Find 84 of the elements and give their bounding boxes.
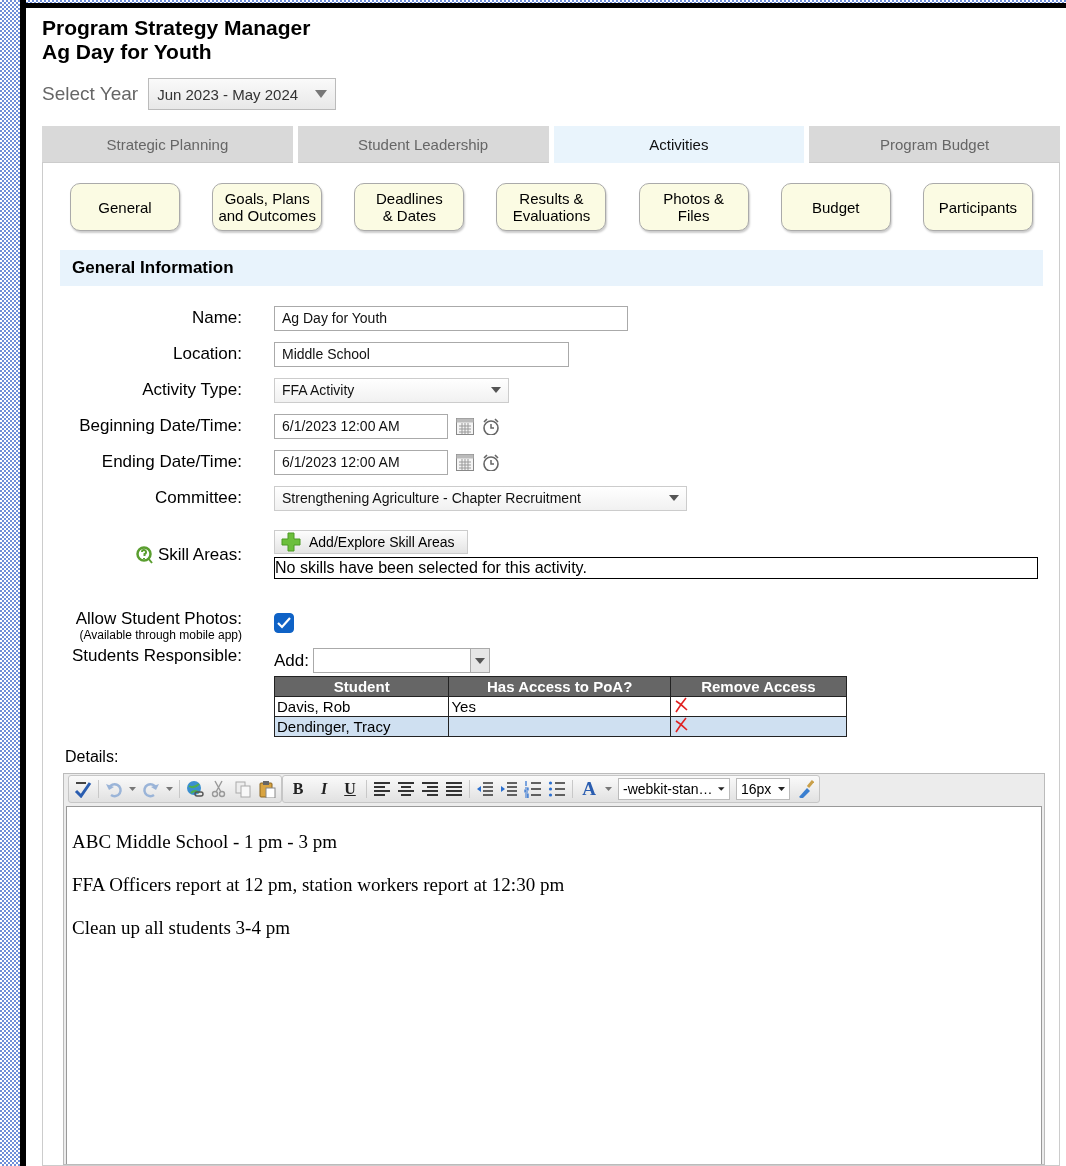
section-title: General Information: [72, 258, 234, 278]
font-dropdown[interactable]: -webkit-stan…: [618, 778, 730, 800]
spellcheck-icon[interactable]: [74, 780, 92, 798]
align-center-icon[interactable]: [397, 780, 415, 798]
tab[interactable]: Activities: [553, 126, 805, 163]
numbered-list-icon[interactable]: [524, 780, 542, 798]
remove-icon[interactable]: [672, 717, 689, 733]
dropdown[interactable]: FFA Activity: [274, 377, 509, 403]
field-label: Students Responsible:: [70, 646, 242, 666]
tab[interactable]: Strategic Planning: [42, 126, 293, 163]
tab[interactable]: Program Budget: [809, 126, 1060, 163]
caret-icon: [475, 657, 485, 664]
field-label: Skill Areas:: [157, 544, 242, 565]
align-right-icon[interactable]: [421, 780, 439, 798]
remove-icon[interactable]: [672, 697, 689, 713]
indent-icon[interactable]: [500, 780, 518, 798]
caret-icon: [491, 387, 501, 393]
caret-icon[interactable]: [605, 787, 612, 791]
section-button[interactable]: Results & Evaluations: [496, 183, 607, 231]
help-icon: [135, 545, 154, 564]
caret-icon[interactable]: [129, 787, 136, 791]
underline-button[interactable]: U: [340, 778, 360, 800]
calendar-icon[interactable]: [456, 453, 474, 471]
section-button[interactable]: Photos & Files: [638, 183, 749, 231]
section-button[interactable]: Goals, Plans and Outcomes: [212, 183, 323, 231]
field-note: (Available through mobile app): [78, 628, 242, 642]
field-label: Location:: [172, 343, 242, 365]
section-button[interactable]: General: [70, 183, 180, 231]
field-label: Name:: [190, 307, 242, 329]
paragraph: FFA Officers report at 12 pm, station workers report at 12:30 pm: [72, 874, 566, 896]
outdent-icon[interactable]: [476, 780, 494, 798]
caret-icon: [718, 787, 725, 791]
table-cell: Dendinger, Tracy: [274, 716, 449, 737]
dropdown[interactable]: Strengthening Agriculture - Chapter Recruitment: [274, 485, 687, 511]
page-subtitle: Ag Day for Youth: [42, 40, 213, 64]
caret-icon: [778, 787, 785, 791]
link-icon[interactable]: [186, 780, 204, 798]
text-field[interactable]: Middle School: [274, 341, 569, 367]
checkbox[interactable]: [274, 613, 294, 633]
caret-icon[interactable]: [166, 787, 173, 791]
table-cell: Davis, Rob: [274, 696, 449, 717]
caret-icon: [669, 495, 679, 501]
caret-icon: [315, 90, 328, 98]
justify-icon[interactable]: [445, 780, 463, 798]
add-skill-button[interactable]: Add/Explore Skill Areas: [274, 530, 468, 554]
section-button[interactable]: Budget: [780, 183, 891, 231]
field-label: Committee:: [154, 487, 242, 509]
date-field[interactable]: 6/1/2023 12:00 AM: [274, 449, 448, 475]
font-color-button[interactable]: A: [579, 778, 599, 800]
paste-icon[interactable]: [258, 780, 276, 798]
add-label: Add:: [274, 650, 309, 671]
cleanup-icon[interactable]: [796, 780, 814, 798]
section-button[interactable]: Participants: [922, 183, 1033, 231]
column-header: Has Access to PoA?: [448, 676, 671, 697]
page-title: Program Strategy Manager: [42, 16, 312, 40]
date-field[interactable]: 6/1/2023 12:00 AM: [274, 413, 448, 439]
size-dropdown[interactable]: 16px: [736, 778, 790, 800]
column-header: Remove Access: [670, 676, 847, 697]
paragraph: Clean up all students 3-4 pm: [72, 917, 291, 939]
skills-message: No skills have been selected for this activity.: [274, 557, 1038, 579]
text-field[interactable]: Ag Day for Youth: [274, 305, 628, 331]
table-cell: Yes: [448, 696, 671, 717]
field-label: Beginning Date/Time:: [78, 415, 242, 437]
section-button[interactable]: Deadlines & Dates: [354, 183, 465, 231]
bullet-list-icon[interactable]: [548, 780, 566, 798]
tab[interactable]: Student Leadership: [297, 126, 549, 163]
clock-icon[interactable]: [482, 417, 500, 435]
field-label: Activity Type:: [141, 379, 242, 401]
year-label: Select Year: [42, 83, 139, 105]
paragraph: ABC Middle School - 1 pm - 3 pm: [72, 831, 338, 853]
clock-icon[interactable]: [482, 453, 500, 471]
calendar-icon[interactable]: [456, 417, 474, 435]
column-header: Student: [274, 676, 449, 697]
year-dropdown[interactable]: Jun 2023 - May 2024: [148, 78, 337, 110]
editor-content[interactable]: ABC Middle School - 1 pm - 3 pm FFA Officers report at 12 pm, station workers report at 12:30 pm Clean up all students 3-4 pm: [66, 806, 1042, 1164]
plus-icon: [281, 532, 301, 552]
field-label: Ending Date/Time:: [100, 451, 242, 473]
align-left-icon[interactable]: [373, 780, 391, 798]
cut-icon[interactable]: [210, 780, 228, 798]
italic-button[interactable]: I: [314, 778, 334, 800]
field-label: Allow Student Photos:: [75, 609, 242, 628]
check-icon: [277, 617, 291, 629]
bold-button[interactable]: B: [288, 778, 308, 800]
details-label: Details:: [64, 748, 120, 766]
